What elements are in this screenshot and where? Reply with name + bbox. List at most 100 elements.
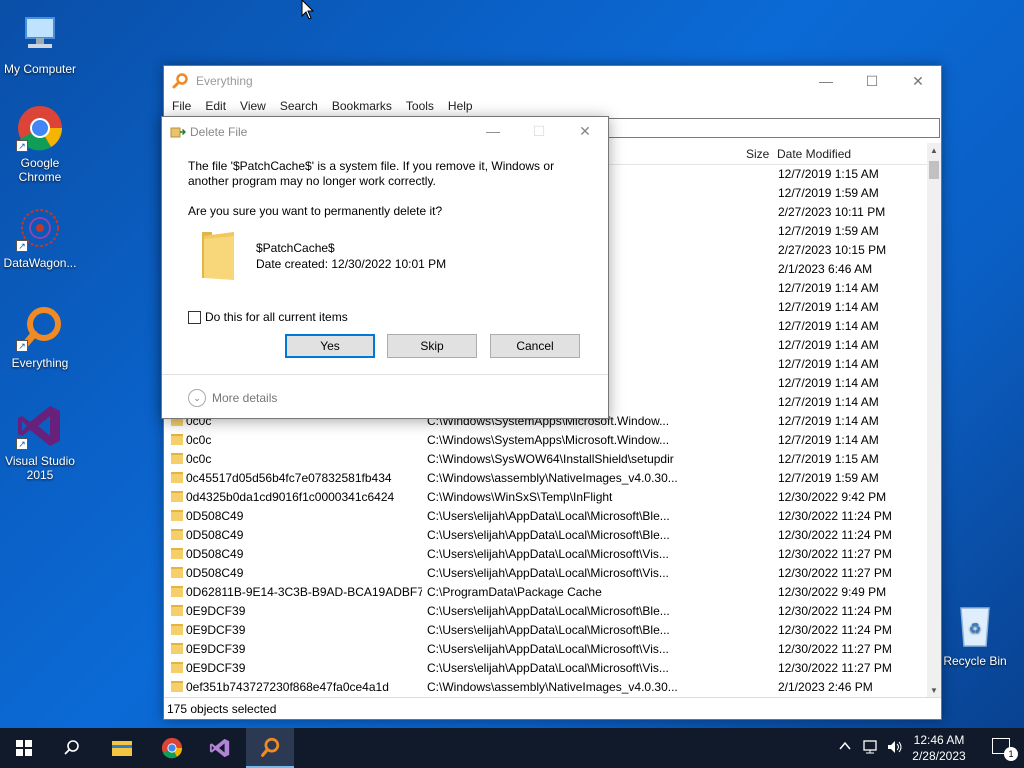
shortcut-arrow-icon: ↗ (16, 340, 28, 352)
desktop-icon-everything[interactable]: ↗ Everything (0, 304, 80, 370)
computer-icon (16, 10, 64, 58)
table-row[interactable]: 0E9DCF39 C:\Users\elijah\AppData\Local\Mi… (164, 659, 927, 678)
network-icon[interactable] (862, 739, 880, 768)
desktop-icon-visual-studio[interactable]: ↗ Visual Studio 2015 (0, 402, 80, 482)
row-date-modified: 2/27/2023 10:11 PM (778, 205, 886, 219)
row-name: 0E9DCF39 (186, 604, 246, 618)
taskbar-clock[interactable]: 12:46 AM 2/28/2023 (904, 732, 974, 764)
row-date-modified: 12/7/2019 1:14 AM (778, 414, 879, 428)
title-bar[interactable]: Everything — ☐ ✕ (164, 66, 941, 96)
table-row[interactable]: 0D508C49 C:\Users\elijah\AppData\Local\Mi… (164, 545, 927, 564)
row-name: 0ef351b743727230f868e47fa0ce4a1d (186, 680, 389, 694)
column-header-size[interactable]: Size (746, 147, 769, 161)
folder-icon (171, 662, 183, 673)
vertical-scrollbar[interactable]: ▲ ▼ (927, 143, 941, 698)
more-details-toggle[interactable]: ⌄ More details (188, 389, 277, 407)
status-text: 175 objects selected (167, 702, 277, 716)
column-header-date-modified[interactable]: Date Modified (777, 147, 851, 161)
scroll-up-icon[interactable]: ▲ (927, 146, 941, 155)
row-path: C:\Windows\SysWOW64\InstallShield\setupd… (427, 452, 674, 466)
desktop-icon-chrome[interactable]: ↗ Google Chrome (0, 104, 80, 184)
menu-help[interactable]: Help (448, 99, 473, 113)
shortcut-arrow-icon: ↗ (16, 240, 28, 252)
table-row[interactable]: 0c45517d05d56b4fc7e07832581fb434 C:\Windo… (164, 469, 927, 488)
row-name: 0d4325b0da1cd9016f1c0000341c6424 (186, 490, 395, 504)
table-row[interactable]: 0c0c C:\Windows\SysWOW64\InstallShield\se… (164, 450, 927, 469)
row-path: C:\ProgramData\Package Cache (427, 585, 602, 599)
desktop-icon-datawagon[interactable]: ↗ DataWagon... (0, 204, 80, 270)
table-row[interactable]: 0E9DCF39 C:\Users\elijah\AppData\Local\Mi… (164, 621, 927, 640)
folder-icon (198, 230, 236, 280)
taskbar-chrome[interactable] (148, 728, 196, 768)
skip-button[interactable]: Skip (387, 334, 477, 358)
row-name: 0D508C49 (186, 566, 244, 580)
dialog-close-button[interactable]: ✕ (562, 117, 608, 145)
taskbar-visual-studio[interactable] (196, 728, 244, 768)
row-date-modified: 12/30/2022 11:24 PM (778, 623, 892, 637)
row-path: C:\Windows\assembly\NativeImages_v4.0.30… (427, 471, 677, 485)
cancel-button[interactable]: Cancel (490, 334, 580, 358)
row-name: 0D62811B-9E14-3C3B-B9AD-BCA19ADBF7... (186, 585, 422, 599)
menu-tools[interactable]: Tools (406, 99, 434, 113)
row-path: C:\Users\elijah\AppData\Local\Microsoft\… (427, 509, 670, 523)
start-button[interactable] (0, 728, 48, 768)
row-name: 0E9DCF39 (186, 623, 246, 637)
windows-logo-icon (16, 740, 32, 756)
table-row[interactable]: 0D508C49 C:\Users\elijah\AppData\Local\Mi… (164, 507, 927, 526)
scroll-down-icon[interactable]: ▼ (927, 686, 941, 695)
row-name: 0D508C49 (186, 528, 244, 542)
table-row[interactable]: 0D508C49 C:\Users\elijah\AppData\Local\Mi… (164, 526, 927, 545)
menu-file[interactable]: File (172, 99, 191, 113)
folder-icon (171, 434, 183, 445)
item-name: $PatchCache$ (256, 241, 335, 255)
row-date-modified: 12/30/2022 11:27 PM (778, 642, 892, 656)
yes-button[interactable]: Yes (285, 334, 375, 358)
dialog-icon (170, 125, 187, 142)
taskbar-everything[interactable] (246, 728, 294, 768)
taskbar-file-explorer[interactable] (98, 728, 146, 768)
row-date-modified: 12/30/2022 9:49 PM (778, 585, 887, 599)
row-name: 0c45517d05d56b4fc7e07832581fb434 (186, 471, 392, 485)
dialog-question: Are you sure you want to permanently del… (188, 204, 443, 218)
row-date-modified: 12/30/2022 11:24 PM (778, 509, 892, 523)
row-date-modified: 12/7/2019 1:59 AM (778, 224, 879, 238)
desktop-icon-my-computer[interactable]: My Computer (0, 10, 80, 76)
maximize-button[interactable]: ☐ (849, 66, 895, 96)
status-bar: 175 objects selected (164, 697, 941, 719)
menu-edit[interactable]: Edit (205, 99, 226, 113)
menu-search[interactable]: Search (280, 99, 318, 113)
row-date-modified: 2/1/2023 2:46 PM (778, 680, 873, 694)
clock-date: 2/28/2023 (912, 749, 966, 763)
taskbar-search-button[interactable] (48, 728, 96, 768)
table-row[interactable]: 0D508C49 C:\Users\elijah\AppData\Local\Mi… (164, 564, 927, 583)
chevron-up-icon[interactable] (838, 739, 852, 768)
row-path: C:\Windows\assembly\NativeImages_v4.0.30… (427, 680, 677, 694)
dialog-minimize-button[interactable]: — (470, 117, 516, 145)
app-icon (172, 73, 188, 89)
menu-view[interactable]: View (240, 99, 266, 113)
table-row[interactable]: 0E9DCF39 C:\Users\elijah\AppData\Local\Mi… (164, 602, 927, 621)
menu-bookmarks[interactable]: Bookmarks (332, 99, 392, 113)
apply-to-all-checkbox[interactable] (188, 311, 201, 324)
table-row[interactable]: 0c0c C:\Windows\SystemApps\Microsoft.Wind… (164, 431, 927, 450)
row-date-modified: 12/7/2019 1:14 AM (778, 281, 879, 295)
table-row[interactable]: 0ef351b743727230f868e47fa0ce4a1d C:\Windo… (164, 678, 927, 697)
scrollbar-thumb[interactable] (929, 161, 939, 179)
row-date-modified: 12/30/2022 11:27 PM (778, 566, 892, 580)
table-row[interactable]: 0D62811B-9E14-3C3B-B9AD-BCA19ADBF7... C:\… (164, 583, 927, 602)
row-date-modified: 12/7/2019 1:15 AM (778, 452, 879, 466)
row-date-modified: 12/7/2019 1:14 AM (778, 319, 879, 333)
desktop-icon-recycle-bin[interactable]: ♻ Recycle Bin (935, 602, 1015, 668)
recycle-bin-icon: ♻ (951, 602, 999, 650)
close-button[interactable]: ✕ (895, 66, 941, 96)
more-details-label: More details (212, 391, 278, 405)
table-row[interactable]: 0d4325b0da1cd9016f1c0000341c6424 C:\Windo… (164, 488, 927, 507)
table-row[interactable]: 0E9DCF39 C:\Users\elijah\AppData\Local\Mi… (164, 640, 927, 659)
row-date-modified: 12/30/2022 11:27 PM (778, 547, 892, 561)
minimize-button[interactable]: — (803, 66, 849, 96)
everything-icon (261, 737, 280, 757)
volume-icon[interactable] (886, 739, 904, 768)
search-input[interactable] (604, 118, 940, 138)
apply-to-all-label[interactable]: Do this for all current items (205, 310, 505, 325)
item-date-created: Date created: 12/30/2022 10:01 PM (256, 257, 447, 271)
